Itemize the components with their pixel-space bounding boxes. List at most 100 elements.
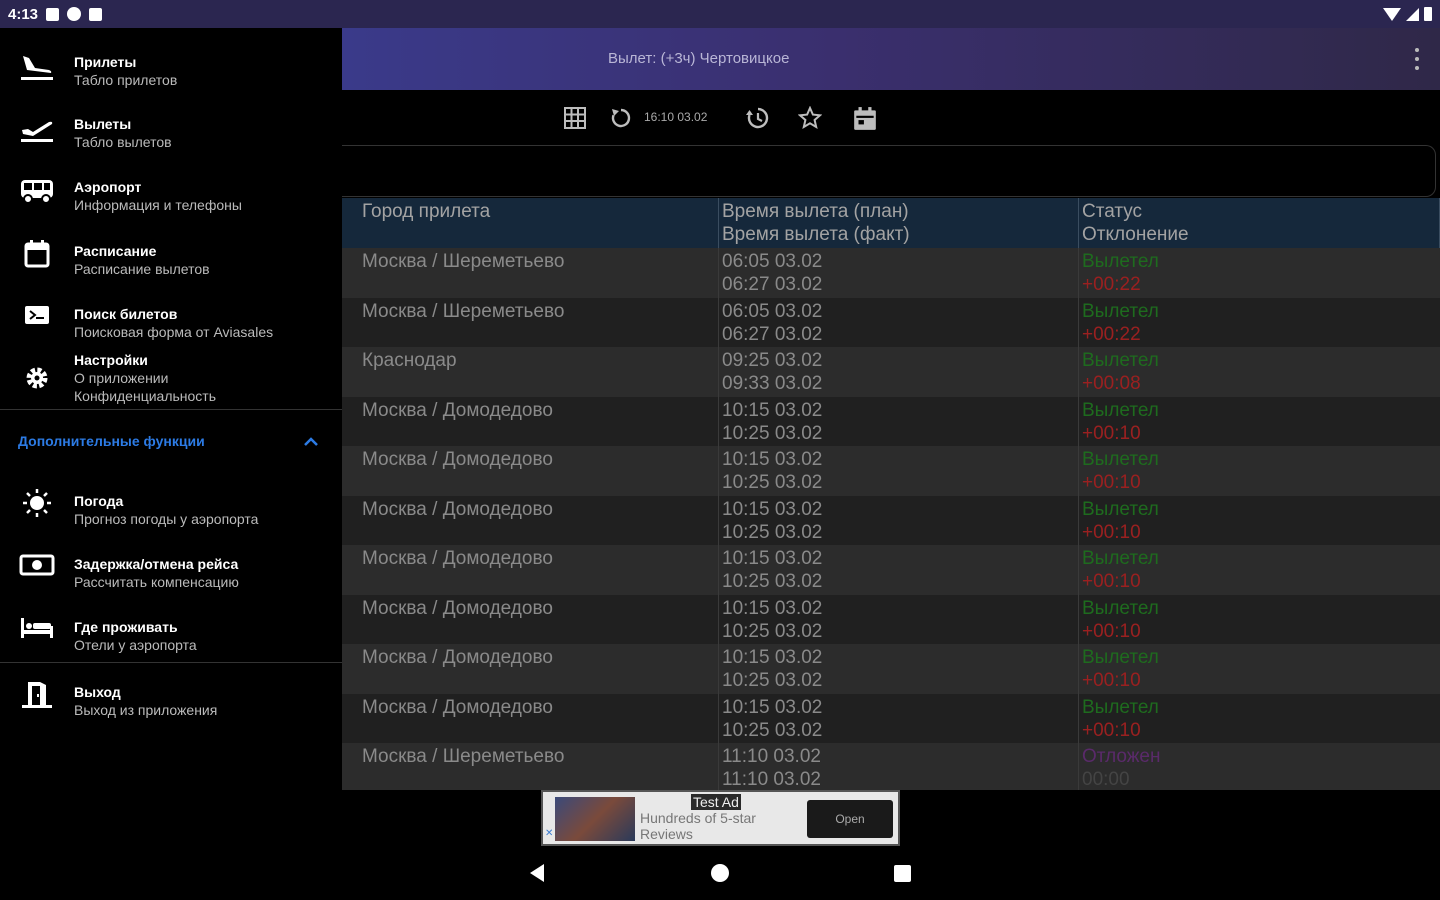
table-row[interactable]: Москва / Домодедово 10:15 03.02 10:25 03.0… [342,446,1440,496]
cell-city: Москва / Шереметьево [342,248,719,298]
table-row[interactable]: Москва / Домодедово 10:15 03.02 10:25 03.0… [342,545,1440,595]
header-status: Статус Отклонение [1079,198,1440,248]
drawer-item-arrivals[interactable]: Прилеты Табло прилетов [0,42,342,102]
cell-time: 09:25 03.02 09:33 03.02 [719,347,1079,397]
notification-icon-2 [67,7,82,21]
cell-city: Москва / Шереметьево [342,743,719,790]
departures-table: Город прилета Время вылета (план) Время в… [342,198,1440,790]
cell-status: Вылетел +00:22 [1082,300,1159,345]
calendar-icon[interactable] [852,106,878,132]
table-row[interactable]: Краснодар 09:25 03.02 09:33 03.02 Вылетел +0… [342,347,1440,397]
wifi-icon [1383,7,1401,21]
drawer-item-airport[interactable]: Аэропорт Информация и телефоны [0,170,342,230]
refresh-icon[interactable] [608,106,634,132]
cell-time: 10:15 03.02 10:25 03.02 [719,545,1079,595]
table-row[interactable]: Москва / Домодедово 10:15 03.02 10:25 03.0… [342,594,1440,644]
grid-icon[interactable] [562,106,588,132]
drawer-item-settings[interactable]: Настройки О приложении Конфиденциальност… [0,352,342,410]
cell-status: Вылетел +00:10 [1082,696,1159,741]
bed-icon [18,614,56,648]
cell-status: Вылетел +00:10 [1082,498,1159,543]
table-header: Город прилета Время вылета (план) Время в… [342,198,1440,248]
ad-label: Test Ad [691,794,741,810]
table-row[interactable]: Москва / Шереметьево 06:05 03.02 06:27 03.… [342,248,1440,298]
cell-status: Вылетел +00:22 [1082,251,1159,295]
cell-time: 10:15 03.02 10:25 03.02 [719,594,1079,644]
header-city: Город прилета [342,198,719,248]
cell-status: Вылетел +00:08 [1082,350,1159,394]
plane-landing-icon [18,50,56,84]
battery-icon [1424,7,1432,21]
sun-icon [18,488,56,522]
cell-city: Москва / Домодедово [342,495,719,545]
cell-time: 10:15 03.02 10:25 03.02 [719,446,1079,496]
drawer-item-schedule[interactable]: Расписание Расписание вылетов [0,233,342,293]
bus-icon [18,174,56,208]
cell-city: Москва / Домодедово [342,693,719,743]
navigation-drawer: Прилеты Табло прилетов Вылеты Табло выле… [0,28,342,846]
table-row[interactable]: Москва / Домодедово 10:15 03.02 10:25 03.0… [342,644,1440,694]
cell-city: Москва / Домодедово [342,446,719,496]
drawer-item-departures[interactable]: Вылеты Табло вылетов [0,106,342,166]
ad-open-button[interactable]: Open [807,800,893,838]
drawer-item-exit[interactable]: Выход Выход из приложения [0,674,342,734]
gear-icon [18,364,56,398]
table-row[interactable]: Москва / Домодедово 10:15 03.02 10:25 03.0… [342,693,1440,743]
cell-city: Москва / Домодедово [342,644,719,694]
drawer-divider-2 [0,662,342,663]
table-row[interactable]: Москва / Шереметьево 06:05 03.02 06:27 03.… [342,297,1440,347]
back-icon[interactable] [530,864,544,882]
status-time: 4:13 [8,5,39,23]
cell-time: 10:15 03.02 10:25 03.02 [719,495,1079,545]
drawer-item-ticket-search[interactable]: Поиск билетов Поисковая форма от Aviasal… [0,296,342,356]
cell-time: 10:15 03.02 10:25 03.02 [719,644,1079,694]
drawer-item-flight-delay[interactable]: Задержка/отмена рейса Рассчитать компенс… [0,547,342,607]
drawer-divider [0,409,342,410]
navigation-bar [0,846,1440,900]
cell-time: 10:15 03.02 10:25 03.02 [719,396,1079,446]
money-icon [18,551,56,585]
cell-status: Вылетел +00:10 [1082,399,1159,444]
cell-status: Вылетел +00:10 [1082,597,1159,642]
ticket-icon [18,302,56,336]
ad-banner[interactable]: ✕ Hundreds of 5-star Reviews Test Ad Ope… [541,790,900,846]
table-row[interactable]: Москва / Домодедово 10:15 03.02 10:25 03.0… [342,495,1440,545]
table-row[interactable]: Москва / Шереметьево 11:10 03.02 11:10 03.… [342,743,1440,790]
sd-card-icon [89,7,103,21]
exit-icon [18,678,56,712]
cell-time: 10:15 03.02 10:25 03.02 [719,693,1079,743]
cell-time: 06:05 03.02 06:27 03.02 [719,248,1079,298]
cell-status: Вылетел +00:10 [1082,647,1159,691]
table-row[interactable]: Москва / Домодедово 10:15 03.02 10:25 03.0… [342,396,1440,446]
history-icon[interactable] [744,106,770,132]
cell-city: Москва / Домодедово [342,396,719,446]
header-time: Время вылета (план) Время вылета (факт) [719,198,1079,248]
cell-status: Вылетел +00:10 [1082,548,1159,592]
drawer-item-weather[interactable]: Погода Прогноз погоды у аэропорта [0,484,342,544]
cell-time: 11:10 03.02 11:10 03.02 [719,743,1079,790]
cell-city: Москва / Домодедово [342,545,719,595]
star-icon[interactable] [797,105,823,132]
cell-city: Краснодар [342,347,719,397]
cell-city: Москва / Шереметьево [342,297,719,347]
app-bar-title: Вылет: (+3ч) Чертовицкое [608,50,790,67]
ad-image [555,797,635,841]
chevron-up-icon[interactable] [302,433,320,451]
cell-status: Отложен 00:00 [1082,746,1161,790]
home-icon[interactable] [711,864,729,882]
cell-status: Вылетел +00:10 [1082,449,1159,493]
ad-close-icon[interactable]: ✕ [545,828,553,839]
table-body: Москва / Шереметьево 06:05 03.02 06:27 03.… [342,248,1440,790]
status-bar: 4:13 [0,0,1440,28]
overflow-menu-icon[interactable] [1414,48,1420,70]
drawer-section-extra[interactable]: Дополнительные функции [18,433,205,449]
app-bar: Вылет: (+3ч) Чертовицкое [342,28,1440,90]
toolbar: 16:10 03.02 [342,90,1440,145]
cell-city: Москва / Домодедово [342,594,719,644]
notification-icon [46,7,60,21]
update-time: 16:10 03.02 [644,110,708,124]
search-input[interactable] [342,145,1436,197]
ad-text: Hundreds of 5-star Reviews [640,810,756,842]
recents-icon[interactable] [894,865,911,882]
drawer-item-hotels[interactable]: Где проживать Отели у аэропорта [0,610,342,670]
